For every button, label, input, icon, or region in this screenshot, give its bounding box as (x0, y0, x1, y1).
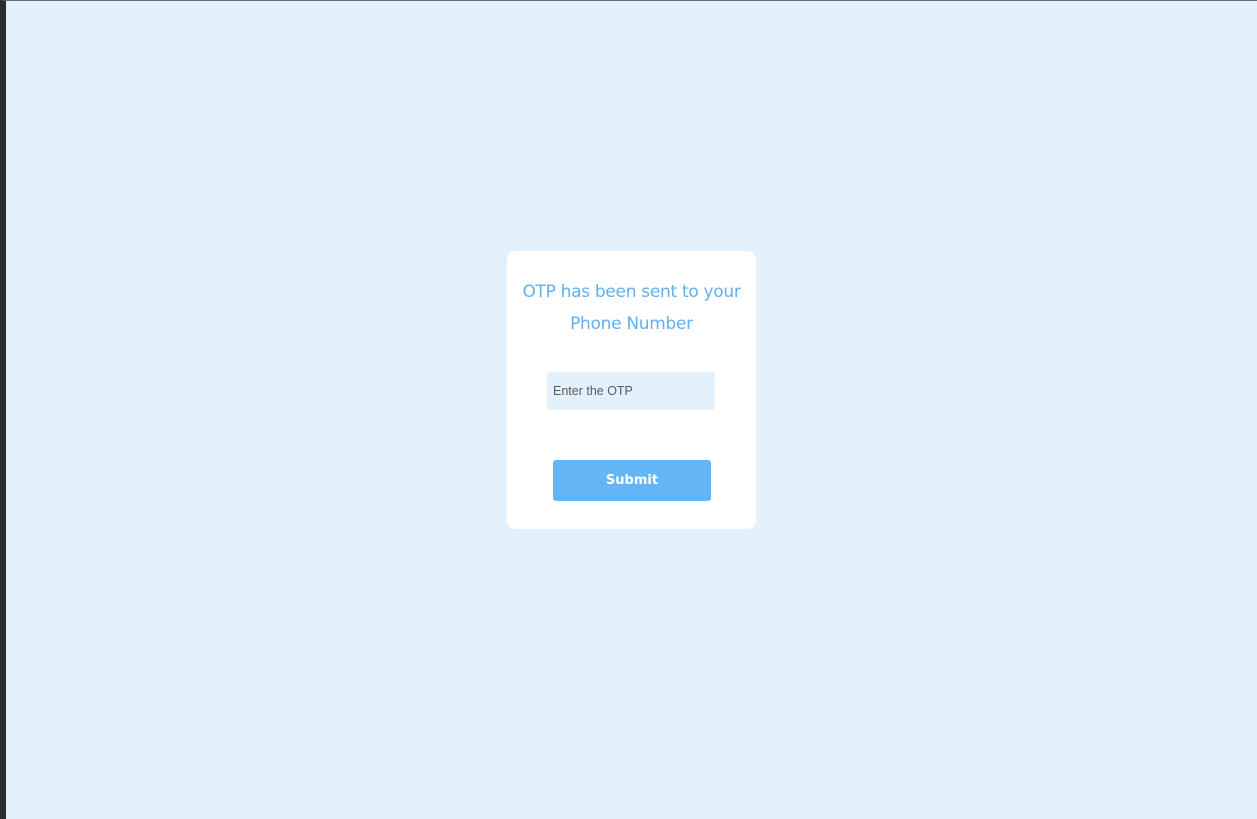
otp-input[interactable] (547, 372, 715, 410)
otp-card: OTP has been sent to your Phone Number S… (507, 251, 756, 529)
otp-title: OTP has been sent to your Phone Number (507, 276, 756, 340)
page-background: OTP has been sent to your Phone Number S… (0, 0, 1257, 819)
otp-title-line-2: Phone Number (570, 314, 693, 334)
submit-button[interactable]: Submit (553, 460, 711, 501)
otp-title-line-1: OTP has been sent to your (522, 282, 741, 302)
